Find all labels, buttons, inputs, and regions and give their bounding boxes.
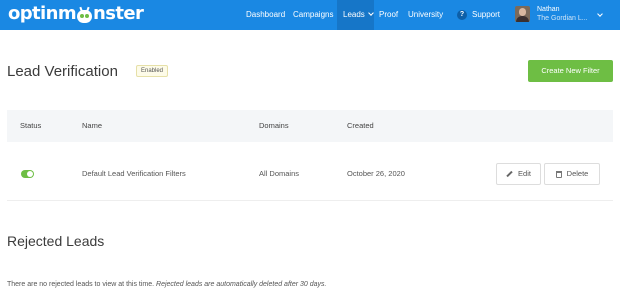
- nav-leads[interactable]: Leads: [337, 0, 374, 30]
- status-toggle[interactable]: [21, 170, 34, 178]
- nav-campaigns[interactable]: Campaigns: [293, 0, 333, 30]
- rejected-leads-note: There are no rejected leads to view at t…: [7, 280, 326, 289]
- filter-created-date: October 26, 2020: [347, 169, 405, 178]
- logo-text-suffix: nster: [93, 3, 144, 24]
- column-header-name: Name: [82, 121, 103, 130]
- create-new-filter-button[interactable]: Create New Filter: [528, 60, 613, 82]
- filter-name: Default Lead Verification Filters: [82, 169, 186, 178]
- column-header-created: Created: [347, 121, 374, 130]
- table-row: Default Lead Verification Filters All Do…: [7, 147, 613, 201]
- user-name: Nathan: [537, 6, 560, 13]
- nav-support[interactable]: Support: [472, 0, 500, 30]
- help-icon: ?: [457, 10, 467, 20]
- nav-proof[interactable]: Proof: [379, 0, 398, 30]
- nav-university[interactable]: University: [408, 0, 443, 30]
- status-badge: Enabled: [136, 65, 169, 77]
- user-organization: The Gordian L...: [537, 15, 588, 22]
- optinmonster-logo[interactable]: optinm nster: [8, 3, 144, 25]
- top-navigation-bar: optinm nster Dashboard Campaigns Leads P…: [0, 0, 620, 30]
- trash-icon: [555, 170, 562, 178]
- monster-icon: [77, 6, 92, 23]
- delete-button-label: Delete: [566, 169, 589, 178]
- page-title: Lead Verification: [7, 63, 118, 80]
- filter-domains: All Domains: [259, 169, 300, 178]
- table-header: Status Name Domains Created: [7, 110, 613, 142]
- nav-dashboard[interactable]: Dashboard: [246, 0, 285, 30]
- chevron-down-icon: [367, 10, 374, 16]
- pencil-icon: [506, 170, 513, 178]
- logo-text-prefix: optinm: [8, 3, 77, 24]
- avatar[interactable]: [515, 6, 530, 22]
- column-header-status: Status: [20, 121, 42, 130]
- rejected-leads-note-text: There are no rejected leads to view at t…: [7, 281, 155, 288]
- edit-button[interactable]: Edit: [496, 163, 541, 185]
- rejected-leads-note-italic: Rejected leads are automatically deleted…: [156, 281, 327, 288]
- nav-leads-label: Leads: [343, 10, 365, 19]
- edit-button-label: Edit: [518, 169, 531, 178]
- rejected-leads-title: Rejected Leads: [7, 233, 105, 249]
- user-menu-chevron-icon[interactable]: [597, 11, 603, 17]
- delete-button[interactable]: Delete: [544, 163, 600, 185]
- column-header-domains: Domains: [259, 121, 289, 130]
